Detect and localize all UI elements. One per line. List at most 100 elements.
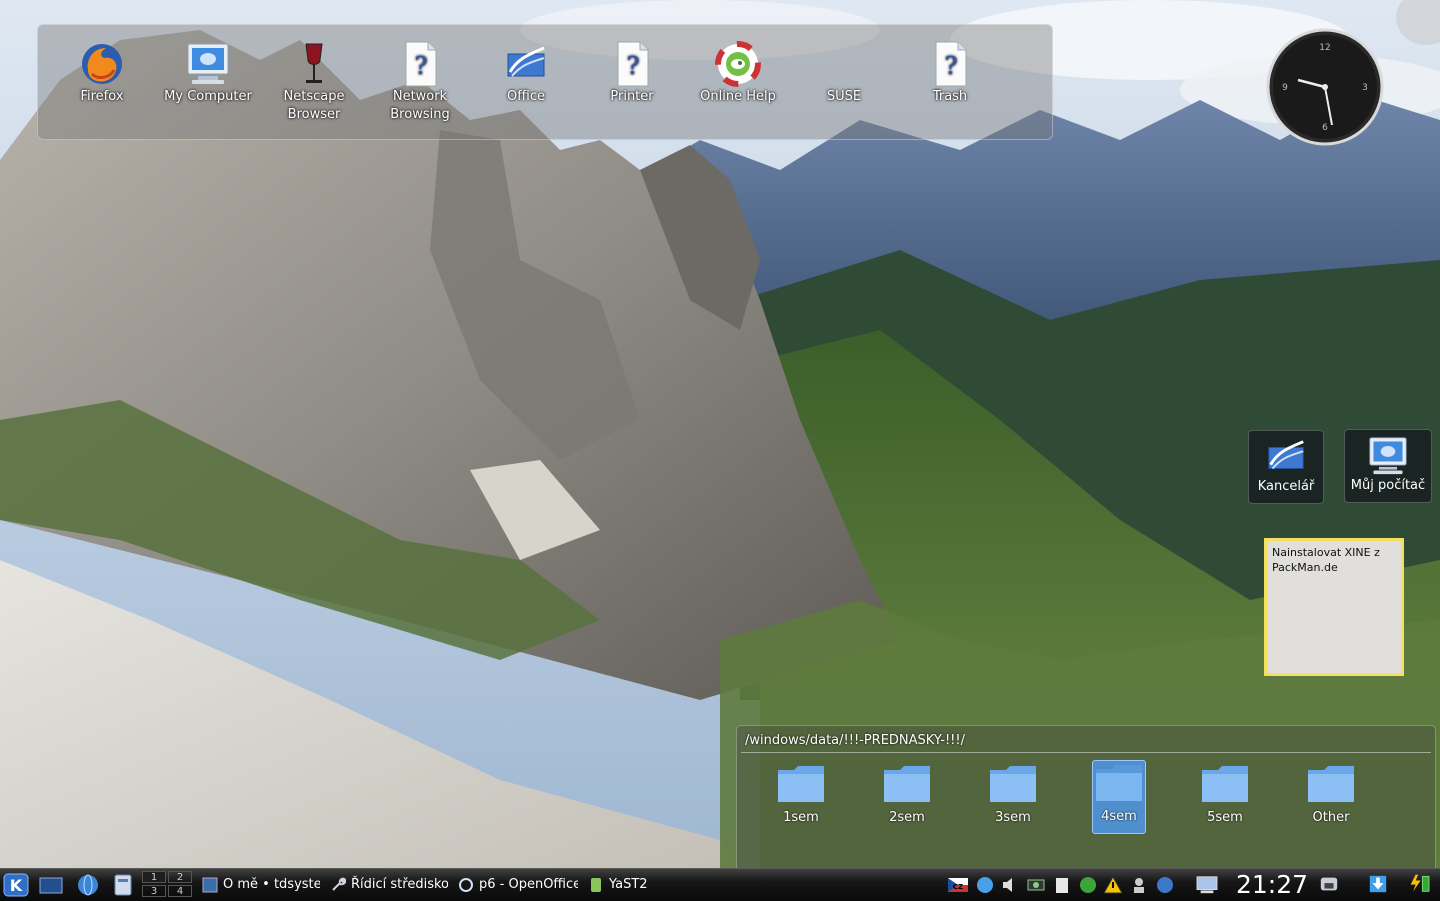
- user-switch-icon[interactable]: [1129, 875, 1149, 895]
- folder-icon: [778, 766, 824, 802]
- task-openoffice[interactable]: p6 - OpenOffice: [458, 874, 578, 896]
- wrench-icon: [332, 877, 346, 891]
- task-label: p6 - OpenOffice: [479, 877, 578, 892]
- folder-label: 3sem: [995, 810, 1031, 825]
- pager-desktop-4[interactable]: 4: [168, 885, 192, 897]
- desktop-icon-office[interactable]: Office: [476, 40, 576, 106]
- power-battery-icon[interactable]: [1405, 873, 1433, 893]
- desktop-icon-netscape-browser[interactable]: Netscape Browser: [264, 40, 364, 124]
- desktop-icon-online-help[interactable]: Online Help: [688, 40, 788, 106]
- svg-text:?: ?: [627, 52, 640, 80]
- wine-glass-icon: [305, 43, 323, 83]
- folder-icon: [1202, 766, 1248, 802]
- task-control-center[interactable]: Řídicí středisko: [330, 874, 448, 896]
- folder-icon: [1096, 765, 1142, 801]
- taskbar-clock[interactable]: 21:27: [1236, 870, 1308, 899]
- folder-1sem[interactable]: 1sem: [775, 762, 827, 825]
- suse-icon: [820, 40, 868, 88]
- openoffice-icon: [459, 877, 473, 892]
- desktop-icon-my-computer[interactable]: My Computer: [158, 40, 258, 106]
- desktop-icon-label: Kancelář: [1257, 479, 1315, 494]
- unknown-file-icon: ?: [617, 41, 649, 87]
- folder-icon: [884, 766, 930, 802]
- warning-icon[interactable]: [1103, 875, 1123, 895]
- clock-number-12: 12: [1319, 43, 1330, 53]
- desktop-icon-label: Můj počítač: [1350, 478, 1426, 493]
- sticky-note-widget[interactable]: Nainstalovat XINE z PackMan.de: [1264, 538, 1404, 676]
- keyboard-layout-icon[interactable]: CZ: [947, 875, 969, 895]
- folder-icon: [1308, 766, 1354, 802]
- desktop-icon-label: Netscape Browser: [283, 89, 345, 122]
- folder-3sem[interactable]: 3sem: [987, 762, 1039, 825]
- folder-icon: [990, 766, 1036, 802]
- computer-icon: [1369, 437, 1407, 475]
- konqueror-icon: [202, 877, 218, 892]
- yast-icon: [591, 877, 601, 892]
- desktop-icon-label: Network Browsing: [390, 89, 450, 122]
- folder-label: 2sem: [889, 810, 925, 825]
- folder-view-divider: [741, 752, 1431, 753]
- folder-other[interactable]: Other: [1305, 762, 1357, 825]
- pager-desktop-3[interactable]: 3: [142, 885, 166, 897]
- taskbar: K 1 2 3 4 O mě • tdsyste Řídicí středisk…: [0, 868, 1440, 901]
- desktop-icon-muj-pocitac[interactable]: Můj počítač: [1344, 429, 1432, 503]
- browser-compass-icon[interactable]: [1155, 875, 1175, 895]
- desktop-icon-label: Firefox: [80, 89, 124, 104]
- keyboard-layout-label: CZ: [953, 883, 963, 891]
- folder-view-path[interactable]: /windows/data/!!!-PREDNASKY-!!!/: [745, 733, 965, 748]
- desktop-icon-suse[interactable]: SUSE: [794, 40, 894, 106]
- office-icon: [1268, 440, 1304, 470]
- folder-label: 5sem: [1207, 810, 1243, 825]
- office-icon: [507, 46, 545, 77]
- network-icon[interactable]: [975, 875, 995, 895]
- folder-label: 4sem: [1101, 809, 1137, 824]
- computer-icon: [187, 43, 229, 84]
- pager-desktop-2[interactable]: 2: [168, 871, 192, 883]
- battery-monitor-icon[interactable]: [1026, 875, 1046, 895]
- task-yast2[interactable]: YaST2: [588, 874, 678, 896]
- task-konqueror[interactable]: O mě • tdsyste: [202, 874, 320, 896]
- folder-2sem[interactable]: 2sem: [881, 762, 933, 825]
- unknown-file-icon: ?: [405, 41, 437, 87]
- folder-4sem[interactable]: 4sem: [1092, 760, 1146, 834]
- pager-desktop-1[interactable]: 1: [142, 871, 166, 883]
- desktop-icon-label: Printer: [610, 89, 654, 104]
- task-label: YaST2: [609, 877, 648, 892]
- firefox-icon: [82, 44, 122, 84]
- desktop-icon-trash[interactable]: ? Trash: [900, 40, 1000, 106]
- task-label: O mě • tdsyste: [223, 877, 320, 892]
- volume-icon[interactable]: [1000, 875, 1020, 895]
- updater-icon[interactable]: [1078, 875, 1098, 895]
- clipboard-icon[interactable]: [1052, 875, 1072, 895]
- folder-5sem[interactable]: 5sem: [1199, 762, 1251, 825]
- desktop-icon-label: My Computer: [164, 89, 252, 104]
- svg-text:?: ?: [415, 52, 428, 80]
- clock-number-9: 9: [1282, 83, 1288, 93]
- download-arrow-icon[interactable]: [1367, 874, 1389, 894]
- kde-menu-icon[interactable]: K: [3, 873, 29, 897]
- virtual-desktop-pager: 1 2 3 4: [142, 871, 194, 899]
- browser-globe-icon[interactable]: [75, 873, 101, 897]
- desktop-icon-label: Trash: [932, 89, 968, 104]
- desktop-icon-network-browsing[interactable]: ? Network Browsing: [370, 40, 470, 124]
- desktop-icon-label: Online Help: [700, 89, 776, 104]
- help-lifebuoy-icon: [715, 41, 761, 87]
- unknown-file-icon: ?: [935, 41, 967, 87]
- note-text[interactable]: Nainstalovat XINE z PackMan.de: [1272, 546, 1380, 574]
- desktop-icon-firefox[interactable]: Firefox: [52, 40, 152, 106]
- folder-label: 1sem: [783, 810, 819, 825]
- file-manager-icon[interactable]: [111, 873, 135, 897]
- folder-view-widget: /windows/data/!!!-PREDNASKY-!!!/ 1sem 2s…: [736, 725, 1436, 870]
- lock-screen-icon[interactable]: [1318, 874, 1340, 894]
- folder-label: Other: [1312, 810, 1350, 825]
- desktop-icon-kancelar[interactable]: Kancelář: [1248, 430, 1324, 504]
- display-icon[interactable]: [1194, 875, 1220, 895]
- task-label: Řídicí středisko: [351, 877, 448, 892]
- analog-clock-widget[interactable]: 12 3 6 9: [1266, 28, 1384, 146]
- desktop-icon-label: Office: [507, 89, 545, 104]
- desktop-icon-printer[interactable]: ? Printer: [582, 40, 682, 106]
- desktop-icon-label: SUSE: [826, 89, 862, 104]
- clock-number-6: 6: [1322, 123, 1328, 133]
- svg-text:?: ?: [945, 52, 958, 80]
- show-desktop-icon[interactable]: [38, 873, 64, 897]
